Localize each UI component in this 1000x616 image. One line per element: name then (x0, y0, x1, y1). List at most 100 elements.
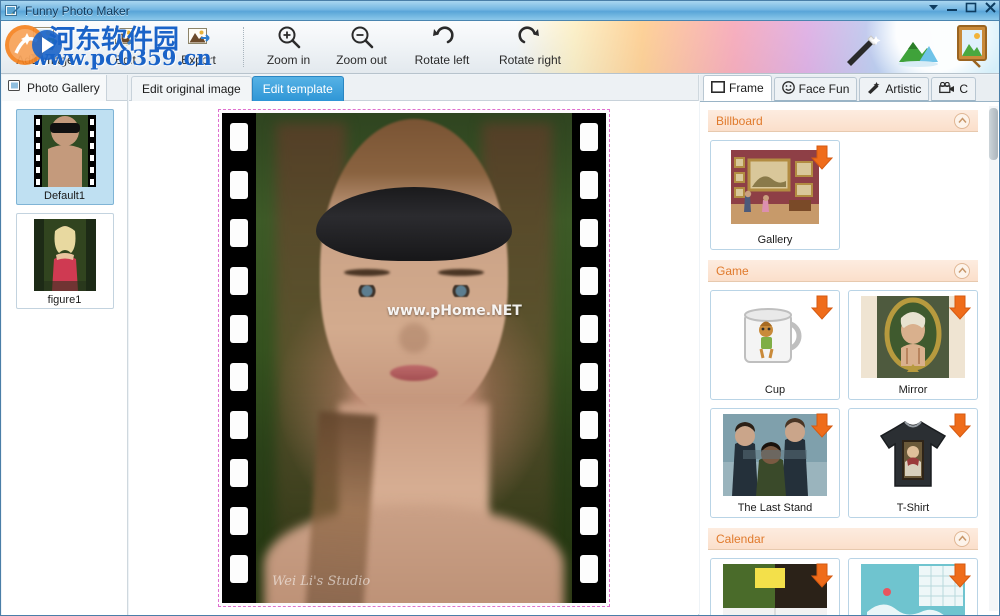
eye-shape (352, 285, 382, 297)
photo-brush-icon (5, 4, 21, 18)
close-icon[interactable] (984, 2, 997, 13)
template-tile-calendar-a[interactable] (710, 558, 840, 615)
photo-gallery-list: Default1 figure1 (2, 101, 127, 317)
editor-canvas[interactable]: www.pHome.NET Wei Li's Studio (129, 101, 699, 614)
window-title: Funny Photo Maker (25, 4, 130, 18)
gallery-item-caption: figure1 (48, 294, 82, 306)
download-arrow-icon[interactable] (811, 563, 833, 589)
section-header-billboard[interactable]: Billboard (708, 110, 978, 132)
watermark-url-text: www.pc0359.cn (31, 45, 212, 70)
editor-tabbar: Edit original image Edit template (129, 75, 698, 101)
section-title-calendar: Calendar (716, 532, 765, 546)
tab-edit-original-image[interactable]: Edit original image (131, 76, 252, 101)
film-perforation-column-right (572, 113, 606, 603)
template-tile-the-last-stand[interactable]: The Last Stand (710, 408, 840, 518)
rotate-right-label: Rotate right (499, 53, 561, 67)
nose-shape (399, 323, 429, 353)
tile-caption: The Last Stand (738, 502, 813, 514)
gallery-item-default1[interactable]: Default1 (16, 109, 114, 205)
download-arrow-icon[interactable] (949, 295, 971, 321)
eye-shape (446, 285, 476, 297)
brush-icon (867, 81, 881, 97)
zoom-in-icon (275, 24, 303, 52)
tab-edit-original-image-label: Edit original image (142, 82, 241, 96)
gallery-thumb-figure1 (34, 219, 96, 291)
effects-scrollbar-thumb[interactable] (989, 108, 998, 160)
tile-caption: Cup (765, 384, 785, 396)
template-tile-tshirt[interactable]: T-Shirt (848, 408, 978, 518)
minimize-icon[interactable] (946, 2, 958, 13)
tab-face-fun-label: Face Fun (799, 82, 850, 96)
toolbar-decorative-icons (839, 25, 993, 71)
film-strip-frame: www.pHome.NET Wei Li's Studio (222, 113, 606, 603)
toolbar-separator (243, 27, 244, 67)
film-perforation-column-left (222, 113, 256, 603)
download-arrow-icon[interactable] (811, 295, 833, 321)
section-header-game[interactable]: Game (708, 260, 978, 282)
eyebrow-shape (344, 269, 390, 276)
rotate-right-icon (517, 24, 543, 52)
tab-collage[interactable]: C (931, 77, 976, 101)
left-panel: Photo Gallery (2, 75, 128, 615)
download-arrow-icon[interactable] (949, 563, 971, 589)
picture-frame-icon (953, 24, 993, 71)
template-tile-cup[interactable]: Cup (710, 290, 840, 400)
maximize-icon[interactable] (965, 2, 977, 13)
rotate-left-icon (429, 24, 455, 52)
section-title-game: Game (716, 264, 749, 278)
tab-photo-gallery[interactable]: Photo Gallery (2, 75, 107, 101)
template-tile-mirror[interactable]: Mirror (848, 290, 978, 400)
section-tiles-game: Cup (708, 282, 978, 520)
frame-icon (711, 81, 725, 96)
effects-tabbar: Frame Face Fun (700, 75, 1000, 102)
download-arrow-icon[interactable] (949, 413, 971, 439)
landscape-icon (895, 34, 941, 71)
chevron-up-icon[interactable] (954, 113, 970, 129)
tab-edit-template[interactable]: Edit template (252, 76, 344, 101)
section-title-billboard: Billboard (716, 114, 763, 128)
download-arrow-icon[interactable] (811, 413, 833, 439)
effects-scrollbar[interactable] (989, 106, 998, 611)
zoom-out-icon (348, 24, 376, 52)
tab-frame[interactable]: Frame (703, 75, 772, 101)
gallery-thumb-default1 (34, 115, 96, 187)
zoom-out-button[interactable]: Zoom out (325, 21, 398, 73)
tab-photo-gallery-label: Photo Gallery (27, 81, 100, 95)
zoom-in-button[interactable]: Zoom in (252, 21, 325, 73)
effects-scroll-area[interactable]: Billboard (700, 102, 1000, 615)
gallery-item-figure1[interactable]: figure1 (16, 213, 114, 309)
tab-edit-template-label: Edit template (263, 82, 333, 96)
zoom-out-label: Zoom out (336, 53, 387, 67)
template-tile-calendar-b[interactable] (848, 558, 978, 615)
chevron-up-icon[interactable] (954, 263, 970, 279)
section-header-calendar[interactable]: Calendar (708, 528, 978, 550)
tab-face-fun[interactable]: Face Fun (774, 77, 858, 101)
application-window: Funny Photo Maker (0, 0, 1000, 616)
tile-caption: Mirror (899, 384, 928, 396)
chevron-up-icon[interactable] (954, 531, 970, 547)
download-arrow-icon[interactable] (811, 145, 833, 171)
effects-content: Billboard (700, 102, 986, 615)
section-tiles-billboard: Gallery (708, 132, 978, 252)
tab-collage-label: C (959, 82, 968, 96)
gallery-icon (8, 80, 23, 96)
tile-caption: Gallery (758, 234, 793, 246)
tab-artistic-label: Artistic (885, 82, 921, 96)
center-panel: Edit original image Edit template (129, 75, 699, 615)
gallery-item-caption: Default1 (44, 190, 85, 202)
rotate-left-button[interactable]: Rotate left (398, 21, 486, 73)
smiley-icon (782, 81, 795, 97)
photo-content: www.pHome.NET Wei Li's Studio (256, 113, 572, 603)
rotate-right-button[interactable]: Rotate right (486, 21, 574, 73)
zoom-in-label: Zoom in (267, 53, 310, 67)
template-tile-gallery[interactable]: Gallery (710, 140, 840, 250)
template-photo[interactable]: www.pHome.NET Wei Li's Studio (218, 109, 610, 607)
chevron-down-icon[interactable] (928, 2, 939, 13)
photo-gallery-tabbar: Photo Gallery (2, 75, 127, 101)
title-bar: Funny Photo Maker (1, 1, 1000, 21)
right-panel: Frame Face Fun (700, 75, 1000, 615)
tile-caption: T-Shirt (897, 502, 929, 514)
tab-artistic[interactable]: Artistic (859, 77, 929, 101)
film-camera-icon (939, 82, 955, 97)
eyebrow-shape (438, 269, 484, 276)
